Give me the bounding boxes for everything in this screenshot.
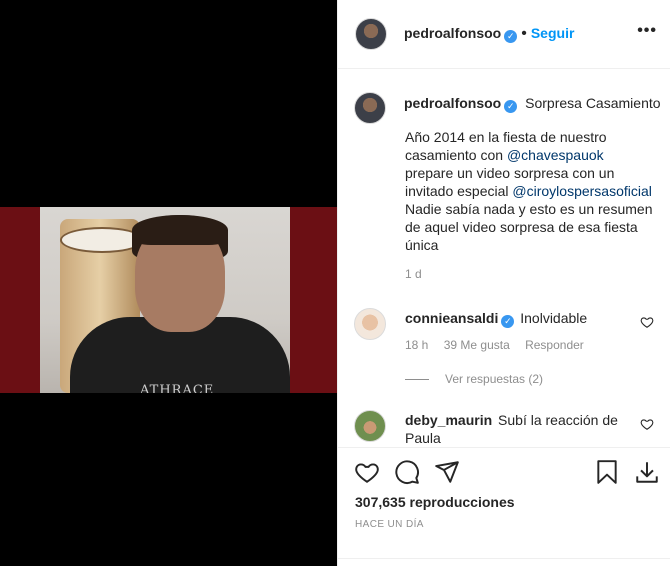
comment-body: Inolvidable — [520, 310, 588, 326]
post-date[interactable]: HACE UN DÍA — [355, 519, 424, 530]
caption-text: Año 2014 en la fiesta de nuestro casamie… — [405, 128, 655, 254]
comment-likes[interactable]: 39 Me gusta — [444, 338, 510, 352]
comment-meta: 18 h 39 Me gusta Responder — [405, 338, 596, 352]
commenter-avatar[interactable] — [354, 308, 386, 340]
comment-text: connieansaldi ✓ Inolvidable — [405, 309, 625, 328]
view-replies-button[interactable]: Ver respuestas (2) — [405, 372, 543, 386]
header-separator: • — [521, 25, 527, 42]
comment-body: Paula — [405, 430, 441, 446]
post-panel: pedroalfonsoo ✓ • Seguir ••• pedroalfonsoo ✓… — [337, 0, 670, 566]
caption-avatar[interactable] — [354, 92, 386, 124]
bookmark-icon[interactable] — [594, 459, 620, 485]
add-comment-strip[interactable] — [338, 558, 670, 567]
download-icon[interactable] — [634, 459, 660, 485]
verified-icon: ✓ — [504, 100, 518, 113]
caption-text-fragment: invitado especial — [405, 183, 513, 199]
paper-plane-icon[interactable] — [434, 459, 460, 485]
comment-like-icon[interactable] — [640, 417, 654, 431]
mention-link[interactable]: @chavespauok — [507, 147, 604, 163]
author-username[interactable]: pedroalfonsoo — [404, 25, 501, 41]
person-hair-top — [132, 215, 228, 245]
view-replies-label: Ver respuestas (2) — [445, 372, 544, 386]
verified-icon: ✓ — [501, 315, 515, 328]
caption-line: prepare un video sorpresa con un — [405, 165, 615, 181]
follow-button[interactable]: Seguir — [531, 25, 575, 41]
more-options-icon[interactable]: ••• — [637, 22, 657, 40]
verified-icon: ✓ — [504, 30, 518, 43]
view-count[interactable]: 307,635 reproducciones — [355, 494, 515, 510]
video-frame[interactable]: ATHRACE — [0, 207, 337, 393]
commenter-username[interactable]: deby_maurin — [405, 412, 492, 428]
caption-line: Año 2014 en la fiesta de nuestro — [405, 129, 607, 145]
comment-body: Subí la reacción de — [498, 412, 618, 428]
action-bar: 307,635 reproducciones HACE UN DÍA — [338, 447, 670, 566]
comment-icon[interactable] — [394, 459, 420, 485]
caption-title: Sorpresa Casamiento — [525, 95, 661, 111]
caption-line: invitado especial @ciroylospersasoficial — [405, 182, 655, 200]
comment-like-icon[interactable] — [640, 315, 654, 329]
video-still: ATHRACE — [40, 207, 290, 393]
caption-line: casamiento con @chavespauok — [405, 146, 655, 164]
caption-text-fragment: casamiento con — [405, 147, 507, 163]
shirt-text: ATHRACE — [140, 383, 215, 393]
caption-line: de aquel video sorpresa de esa fiesta — [405, 219, 638, 235]
reply-button[interactable]: Responder — [525, 338, 584, 352]
caption-line: Nadie sabía nada y esto es un resumen — [405, 201, 653, 217]
comments-scroll[interactable]: pedroalfonsoo ✓ Sorpresa Casamiento Año 2… — [338, 70, 670, 447]
commenter-username[interactable]: connieansaldi — [405, 310, 498, 326]
post-media[interactable]: ATHRACE — [0, 0, 337, 566]
comment-time[interactable]: 18 h — [405, 338, 428, 352]
caption-time[interactable]: 1 d — [405, 267, 422, 281]
caption-username[interactable]: pedroalfonsoo — [404, 95, 501, 111]
author-avatar[interactable] — [355, 18, 387, 50]
comment-text: deby_maurin Subí la reacción de Paula — [405, 411, 625, 447]
comment-item: connieansaldi ✓ Inolvidable 18 h 39 Me gu… — [354, 308, 654, 388]
comment-item: deby_maurin Subí la reacción de Paula — [354, 410, 654, 447]
post-header: pedroalfonsoo ✓ • Seguir ••• — [338, 0, 670, 69]
heart-icon[interactable] — [354, 459, 380, 485]
commenter-avatar[interactable] — [354, 410, 386, 442]
mention-link[interactable]: @ciroylospersasoficial — [512, 183, 651, 199]
replies-divider — [405, 379, 429, 381]
caption-header: pedroalfonsoo ✓ Sorpresa Casamiento — [404, 95, 661, 113]
header-identity: pedroalfonsoo ✓ • Seguir — [404, 25, 574, 43]
caption-line: única — [405, 237, 439, 253]
